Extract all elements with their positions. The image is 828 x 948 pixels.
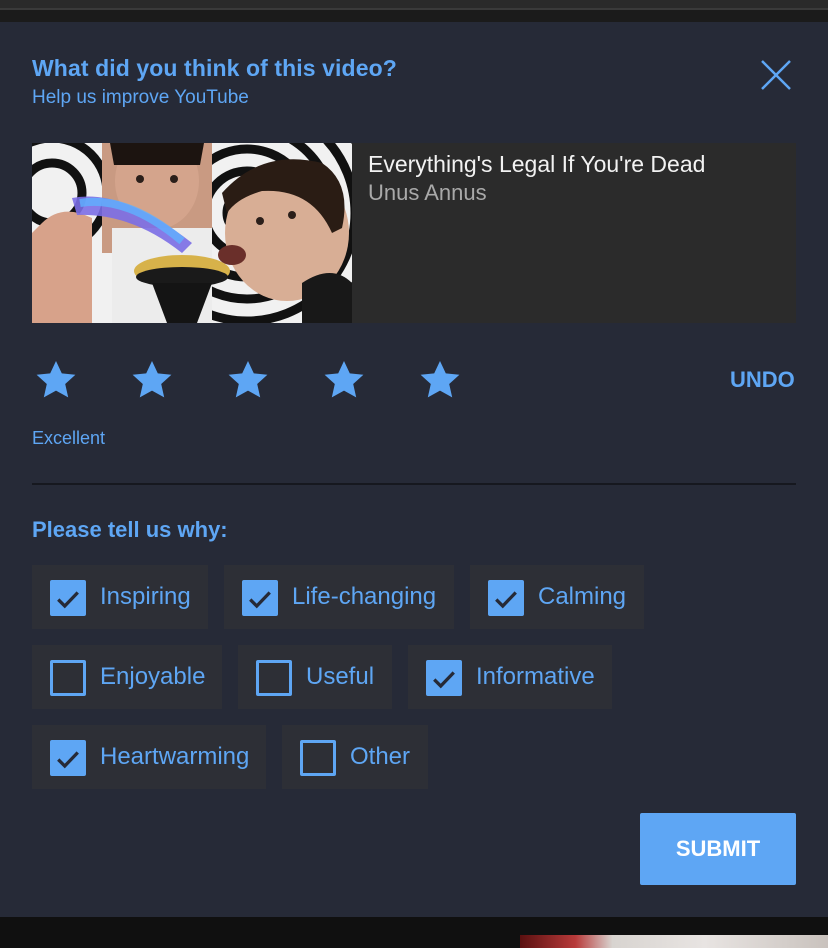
checkmark-icon <box>57 591 79 609</box>
star-5[interactable] <box>416 356 464 404</box>
reason-heartwarming[interactable]: Heartwarming <box>32 725 266 789</box>
video-channel[interactable]: Unus Annus <box>368 180 487 206</box>
checkbox[interactable] <box>242 580 278 616</box>
checkbox[interactable] <box>50 740 86 776</box>
video-title[interactable]: Everything's Legal If You're Dead <box>368 151 705 178</box>
reason-label: Informative <box>476 663 595 690</box>
star-icon <box>420 361 460 398</box>
reason-inspiring[interactable]: Inspiring <box>32 565 208 629</box>
star-4[interactable] <box>320 356 368 404</box>
close-icon <box>761 60 791 90</box>
reason-label: Heartwarming <box>100 743 250 770</box>
reasons-heading: Please tell us why: <box>32 517 228 542</box>
reason-label: Inspiring <box>100 583 191 610</box>
star-1[interactable] <box>32 356 80 404</box>
reason-useful[interactable]: Useful <box>238 645 392 709</box>
reason-enjoyable[interactable]: Enjoyable <box>32 645 222 709</box>
star-3[interactable] <box>224 356 272 404</box>
star-icon <box>324 361 364 398</box>
close-button[interactable] <box>758 57 794 93</box>
dialog-subtitle: Help us improve YouTube <box>32 87 249 108</box>
star-icon <box>228 361 268 398</box>
checkbox[interactable] <box>256 660 292 696</box>
divider <box>32 483 796 485</box>
submit-button[interactable]: SUBMIT <box>640 813 796 885</box>
star-icon <box>132 361 172 398</box>
checkmark-icon <box>57 751 79 769</box>
video-thumbnail <box>32 143 352 323</box>
video-card: Everything's Legal If You're Dead Unus A… <box>32 143 796 323</box>
checkmark-icon <box>433 671 455 689</box>
undo-button[interactable]: UNDO <box>730 367 795 393</box>
checkbox[interactable] <box>426 660 462 696</box>
background-thumbnail <box>520 935 828 948</box>
checkbox[interactable] <box>50 660 86 696</box>
checkmark-icon <box>249 591 271 609</box>
reason-other[interactable]: Other <box>282 725 428 789</box>
reason-informative[interactable]: Informative <box>408 645 612 709</box>
reason-calming[interactable]: Calming <box>470 565 644 629</box>
checkbox[interactable] <box>488 580 524 616</box>
top-bar <box>0 0 828 10</box>
star-2[interactable] <box>128 356 176 404</box>
star-icon <box>36 361 76 398</box>
reason-label: Useful <box>306 663 375 690</box>
reason-label: Calming <box>538 583 627 610</box>
dialog-title: What did you think of this video? <box>32 55 397 81</box>
reason-life-changing[interactable]: Life-changing <box>224 565 454 629</box>
checkbox[interactable] <box>300 740 336 776</box>
checkbox[interactable] <box>50 580 86 616</box>
checkmark-icon <box>495 591 517 609</box>
reason-label: Other <box>350 743 411 770</box>
rating-label: Excellent <box>32 428 106 448</box>
reason-label: Enjoyable <box>100 663 206 690</box>
reason-label: Life-changing <box>292 583 437 610</box>
